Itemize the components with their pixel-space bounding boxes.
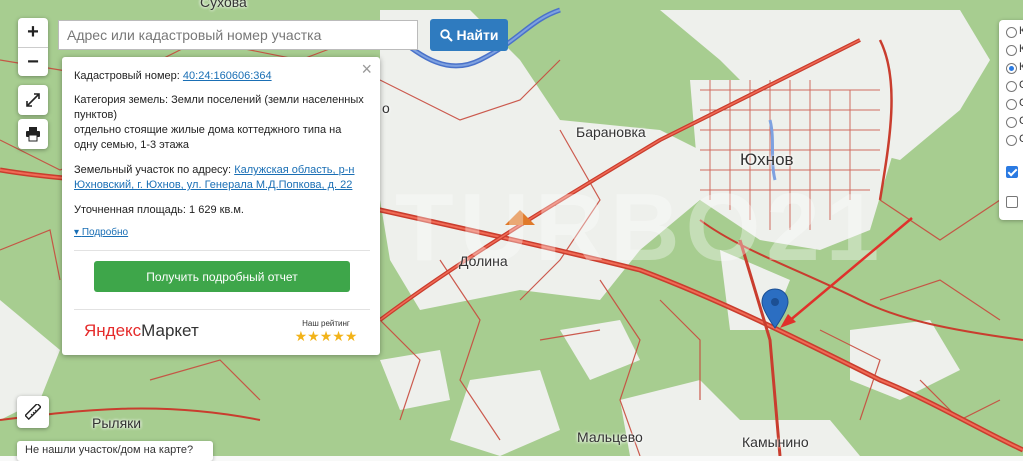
layer-checkbox-2[interactable] [1006,196,1018,208]
layer-radio-1[interactable] [1006,27,1017,38]
layer-radio-label-7: С [1019,133,1023,145]
layer-radio-label-3: К [1019,61,1023,73]
more-details-row: ▾ Подробно [74,225,364,240]
logo-part-yandex: Яндекс [84,321,142,340]
not-found-link[interactable]: Не нашли участок/дом на карте? [17,441,213,461]
area-label: Уточненная площадь: [74,204,186,216]
place-label-baranovka: Барановка [576,124,646,140]
address-label: Земельный участок по адресу: [74,164,232,176]
rating-stars: ★★★★★ [294,328,358,344]
place-label-top: Сухова [200,0,247,10]
layer-radio-6[interactable] [1006,117,1017,128]
cadastral-row: Кадастровый номер: 40:24:160606:364 [74,69,364,84]
permitted-use: отдельно стоящие жилые дома коттеджного … [74,124,342,151]
cadastral-number-link[interactable]: 40:24:160606:364 [183,70,272,82]
divider [74,309,370,310]
layer-radio-label-2: К [1019,43,1023,55]
layer-checkbox-1[interactable] [1006,166,1018,178]
layer-radio-3[interactable] [1006,63,1017,74]
fullscreen-button[interactable] [18,85,48,115]
place-label-maltsevo: Мальцево [577,429,643,445]
place-label-kamynino: Камынино [742,434,809,450]
area-row: Уточненная площадь: 1 629 кв.м. [74,203,364,218]
category-label: Категория земель: [74,94,169,106]
category-row: Категория земель: Земли поселений (земли… [74,93,364,123]
logo-part-market: Маркет [141,321,199,340]
place-label-ryliaki: Рыляки [92,415,142,431]
divider [74,250,370,251]
rating-label: Наш рейтинг [302,319,350,328]
layer-radio-label-1: К [1019,25,1023,37]
address-row: Земельный участок по адресу: Калужская о… [74,163,364,193]
place-label-yukhnov: Юхнов [740,150,794,169]
area-unit: кв.м. [219,204,244,216]
layer-radio-label-4: С [1019,79,1023,91]
place-label-dolina: Долина [459,253,508,269]
search-input[interactable] [58,20,418,50]
yandex-market-logo[interactable]: ЯндексМаркет [84,321,199,341]
ruler-button[interactable] [17,396,49,428]
fullscreen-icon [26,93,40,107]
layer-radio-2[interactable] [1006,45,1017,56]
get-report-button[interactable]: Получить подробный отчет [94,261,350,292]
more-details-label: Подробно [81,227,129,238]
more-details-link[interactable]: ▾ Подробно [74,227,128,238]
zoom-control: + − [18,18,48,76]
search-icon [439,28,453,42]
zoom-out-button[interactable]: − [18,48,48,77]
ruler-icon [25,404,41,420]
rating-badge[interactable]: Наш рейтинг ★★★★★ [286,319,366,345]
zoom-in-button[interactable]: + [18,18,48,48]
search-button-label: Найти [456,27,499,43]
layer-radio-5[interactable] [1006,99,1017,110]
print-button[interactable] [18,119,48,149]
place-label-fragment: о [382,100,390,116]
search-button[interactable]: Найти [430,19,508,51]
parcel-info-popup: × Кадастровый номер: 40:24:160606:364 Ка… [62,57,380,355]
cadastral-label: Кадастровый номер: [74,70,180,82]
area-value: 1 629 [189,204,217,216]
layer-radio-4[interactable] [1006,81,1017,92]
print-icon [26,127,40,142]
layer-radio-label-5: С [1019,97,1023,109]
layer-radio-label-6: С [1019,115,1023,127]
layer-radio-7[interactable] [1006,135,1017,146]
layers-panel: К К К С С С С [999,20,1023,220]
